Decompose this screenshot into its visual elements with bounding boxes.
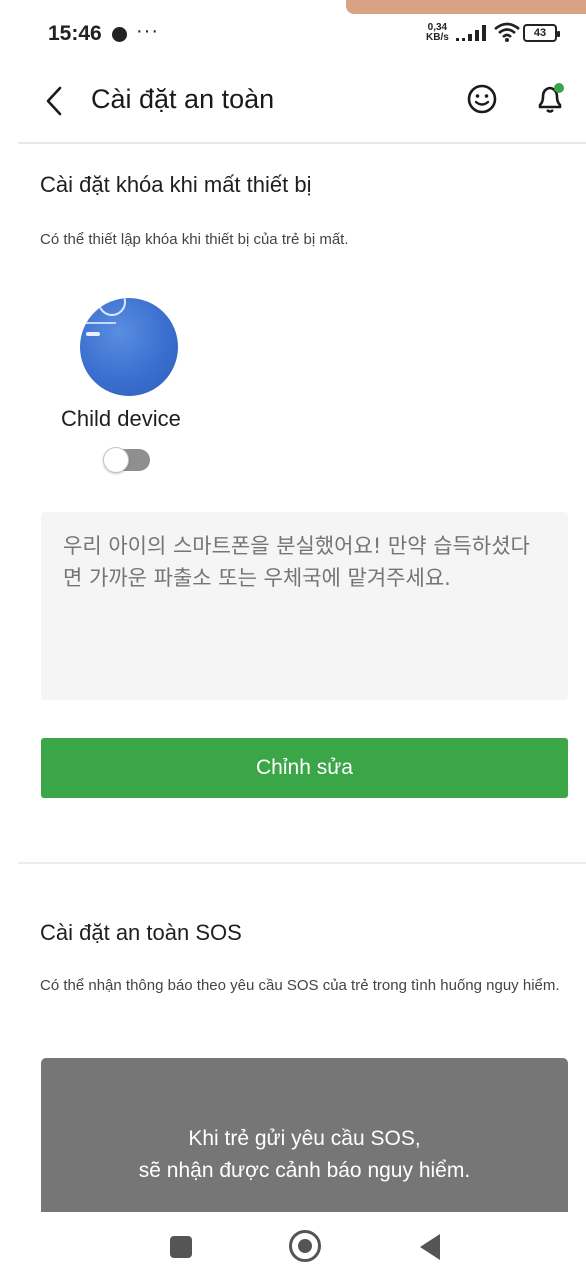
sos-banner-line1: Khi trẻ gửi yêu cầu SOS, [188, 1127, 421, 1150]
header-divider [18, 142, 586, 144]
bell-badge [554, 83, 564, 93]
notification-dot-icon [112, 27, 127, 42]
device-name: Child device [61, 406, 181, 431]
section-divider [18, 862, 586, 864]
signal-icon [456, 25, 486, 41]
sos-section-title: Cài đặt an toàn SOS [40, 920, 242, 945]
sos-section-description: Có thể nhận thông báo theo yêu cầu SOS c… [40, 977, 560, 994]
page-title: Cài đặt an toàn [91, 84, 275, 114]
triangle-back-icon[interactable] [420, 1234, 440, 1260]
square-icon[interactable] [170, 1236, 192, 1258]
lock-message-field[interactable] [41, 512, 568, 700]
status-bar: 15:46 ··· 0,34 KB/s 43 [0, 0, 586, 72]
more-notifications-icon: ··· [136, 20, 159, 42]
toggle-knob [103, 447, 129, 473]
sos-banner-line2: sẽ nhận được cảnh báo nguy hiểm. [138, 1159, 471, 1182]
sos-banner-text: Khi trẻ gửi yêu cầu SOS, sẽ nhận được cả… [41, 1123, 568, 1187]
wifi-icon [494, 22, 520, 42]
lock-section-description: Có thể thiết lập khóa khi thiết bị của t… [40, 231, 349, 248]
net-speed: 0,34 KB/s [426, 23, 449, 43]
back-button[interactable] [38, 84, 72, 118]
battery-icon: 43 [523, 24, 560, 42]
smile-icon[interactable] [466, 83, 498, 115]
edit-button[interactable]: Chỉnh sửa [41, 738, 568, 798]
net-speed-unit: KB/s [426, 32, 449, 43]
lock-toggle[interactable] [103, 447, 150, 473]
lock-section-title: Cài đặt khóa khi mất thiết bị [40, 172, 312, 197]
child-device-avatar [80, 298, 178, 396]
bell-icon[interactable] [534, 80, 566, 116]
circle-home-icon[interactable] [289, 1230, 321, 1262]
status-time: 15:46 [48, 22, 102, 45]
